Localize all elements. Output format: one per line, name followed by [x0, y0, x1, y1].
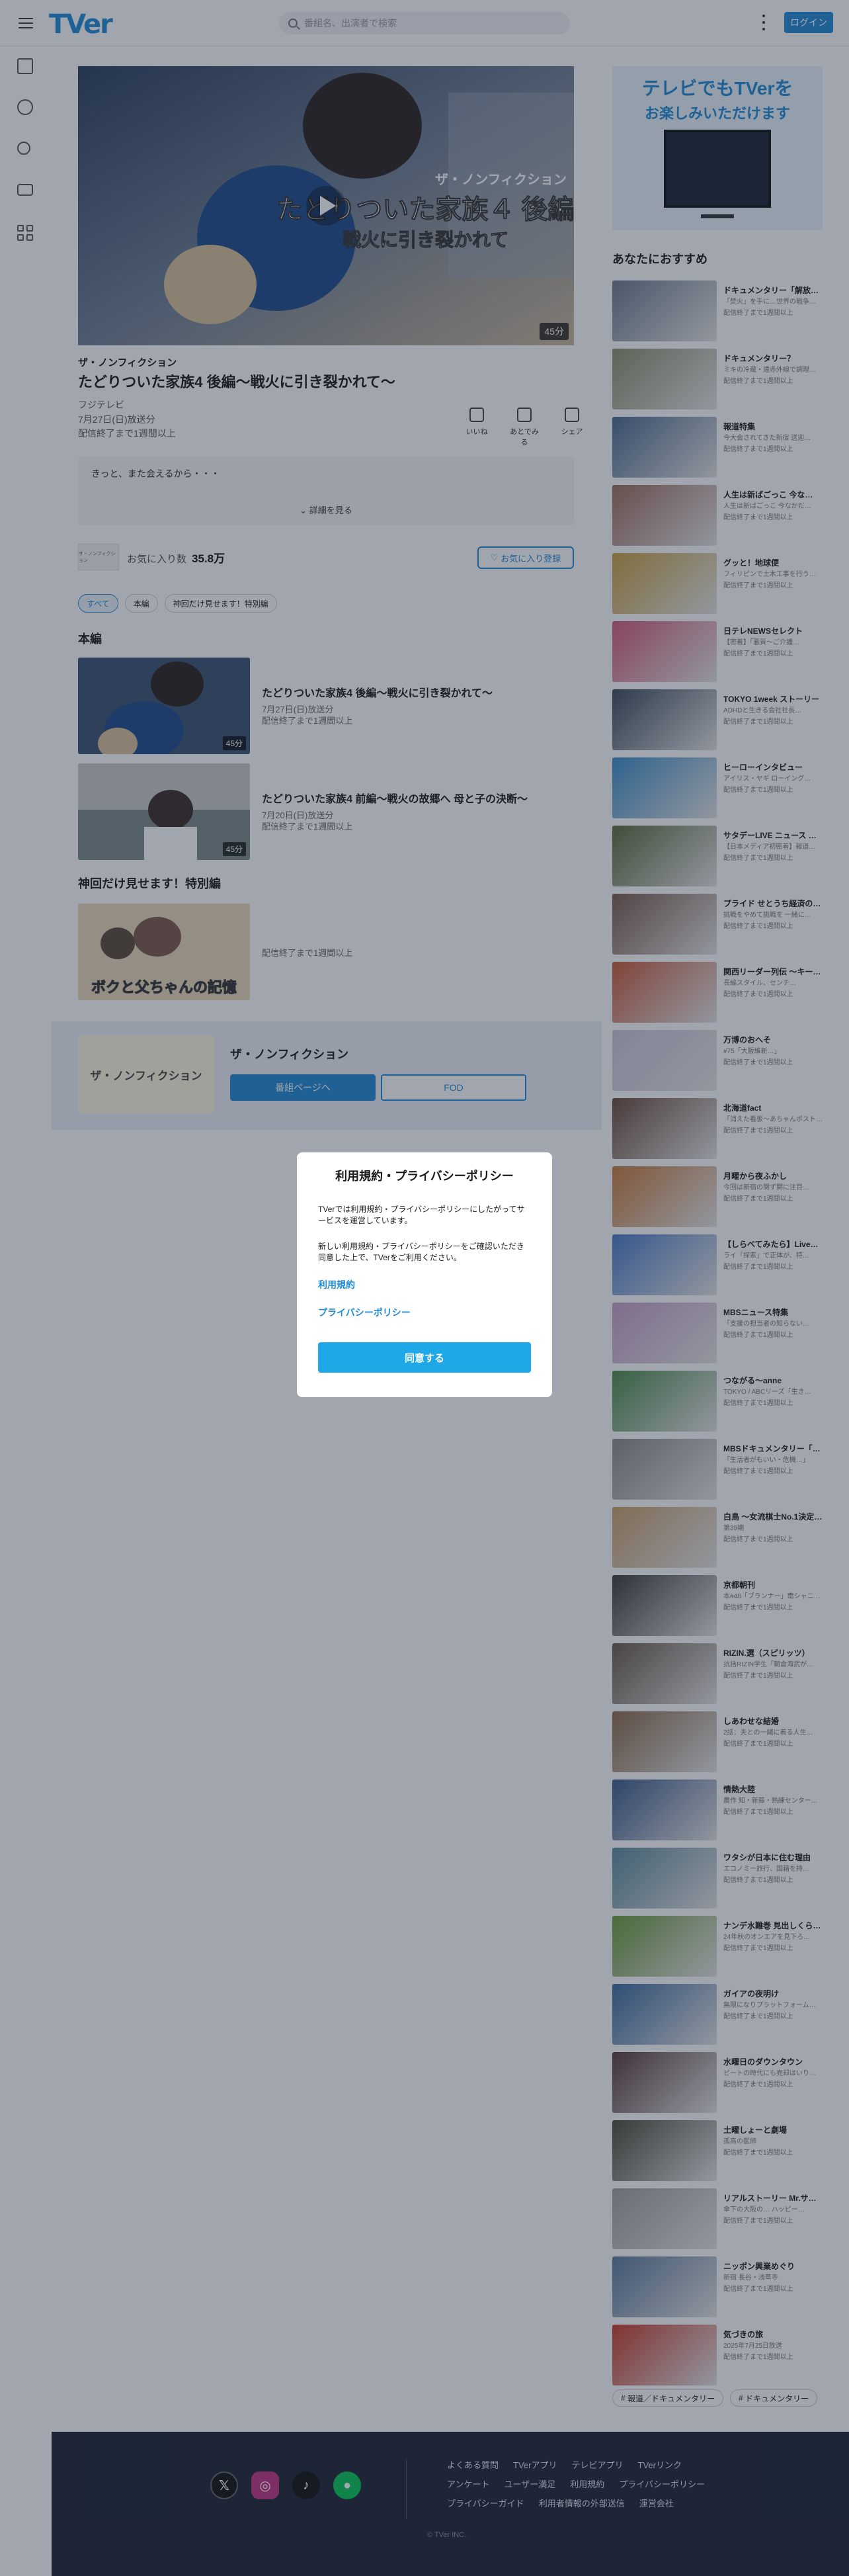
terms-modal: 利用規約・プライバシーポリシー TVerでは利用規約・プライバシーポリシーにした…: [297, 1152, 552, 1397]
modal-title: 利用規約・プライバシーポリシー: [335, 1170, 514, 1183]
modal-text-1: TVerでは利用規約・プライバシーポリシーにしたがってサービスを運営しています。: [318, 1205, 525, 1225]
modal-text-2: 新しい利用規約・プライバシーポリシーをご確認いただき同意した上で、TVerをご利…: [318, 1242, 524, 1262]
privacy-link[interactable]: プライバシーポリシー: [318, 1306, 531, 1319]
terms-link[interactable]: 利用規約: [318, 1278, 531, 1291]
agree-button[interactable]: 同意する: [318, 1342, 531, 1373]
